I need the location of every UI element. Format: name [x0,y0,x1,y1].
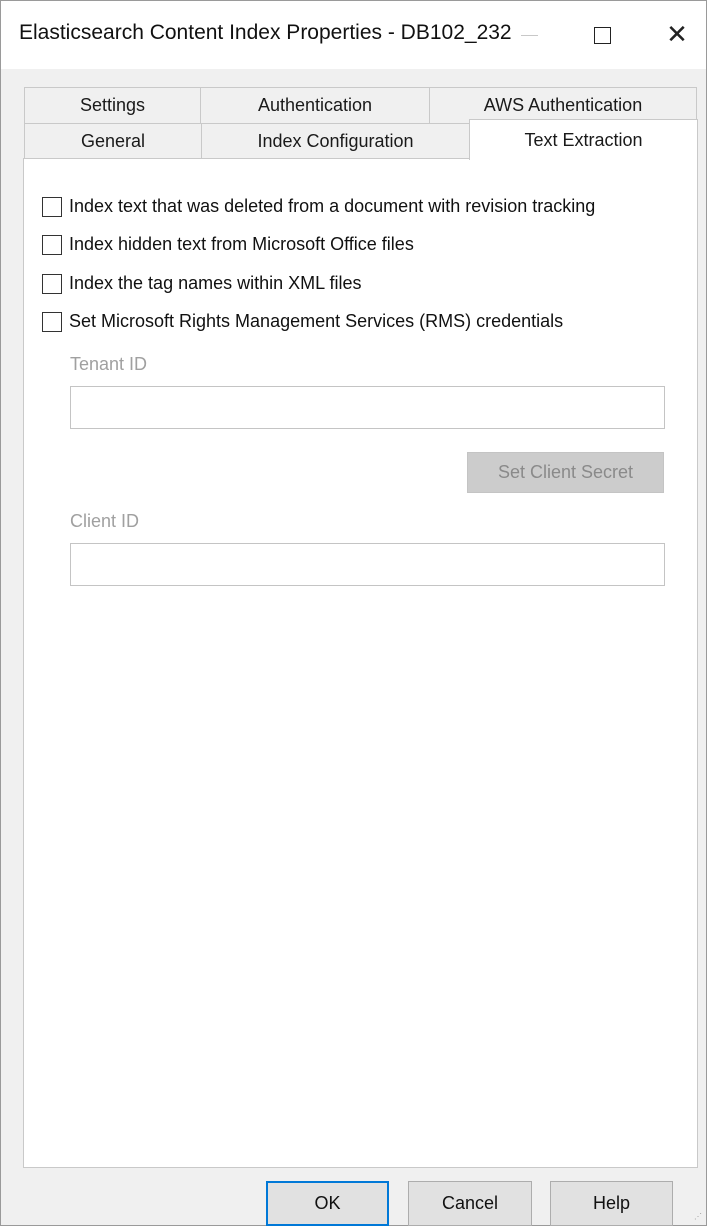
title-bar[interactable]: Elasticsearch Content Index Properties -… [1,1,706,69]
close-icon: ✕ [666,20,688,50]
checkbox-hidden-text[interactable] [42,234,62,255]
checkbox-xml-tag-names[interactable] [42,273,62,294]
tab-label: Authentication [257,95,373,115]
tab-index-configuration[interactable]: Index Configuration [201,123,470,159]
resize-grip-icon[interactable]: ⋰ [694,1213,704,1223]
text-extraction-panel: Index text that was deleted from a docum… [23,158,698,1168]
tenant-id-label: Tenant ID [70,354,148,374]
ok-button[interactable]: OK [266,1181,389,1226]
close-button[interactable]: ✕ [647,11,707,59]
tab-aws-authentication[interactable]: AWS Authentication [429,87,697,123]
tab-authentication[interactable]: Authentication [200,87,430,123]
maximize-button[interactable] [572,11,632,59]
option-index-xml-tag-names[interactable]: Index the tag names within XML files [42,273,361,294]
tab-label: General [80,131,146,151]
tenant-id-field[interactable] [70,386,665,429]
client-id-field[interactable] [70,543,665,586]
checkbox-label: Set Microsoft Rights Management Services… [69,311,564,331]
checkbox-label: Index hidden text from Microsoft Office … [69,234,414,254]
tab-text-extraction[interactable]: Text Extraction [469,119,698,160]
option-rms-credentials[interactable]: Set Microsoft Rights Management Services… [42,311,563,332]
cancel-button[interactable]: Cancel [408,1181,532,1226]
tab-label: Index Configuration [257,131,414,151]
minimize-button[interactable] [499,11,559,59]
tab-label: AWS Authentication [483,95,643,115]
window-title: Elasticsearch Content Index Properties -… [19,21,512,44]
client-id-label: Client ID [70,511,140,531]
properties-dialog: Elasticsearch Content Index Properties -… [0,0,707,1226]
help-button[interactable]: Help [550,1181,673,1226]
checkbox-deleted-text[interactable] [42,196,62,217]
tab-label: Text Extraction [524,129,643,150]
checkbox-label: Index text that was deleted from a docum… [69,196,596,216]
checkbox-rms-credentials[interactable] [42,311,62,332]
option-index-deleted-text[interactable]: Index text that was deleted from a docum… [42,196,595,217]
checkbox-label: Index the tag names within XML files [69,273,362,293]
set-client-secret-button[interactable]: Set Client Secret [467,452,664,493]
tab-general[interactable]: General [24,123,202,159]
tab-label: Settings [79,95,146,115]
tab-settings[interactable]: Settings [24,87,201,123]
option-index-hidden-text[interactable]: Index hidden text from Microsoft Office … [42,234,414,255]
maximize-icon [593,26,611,44]
minimize-icon [520,34,538,36]
